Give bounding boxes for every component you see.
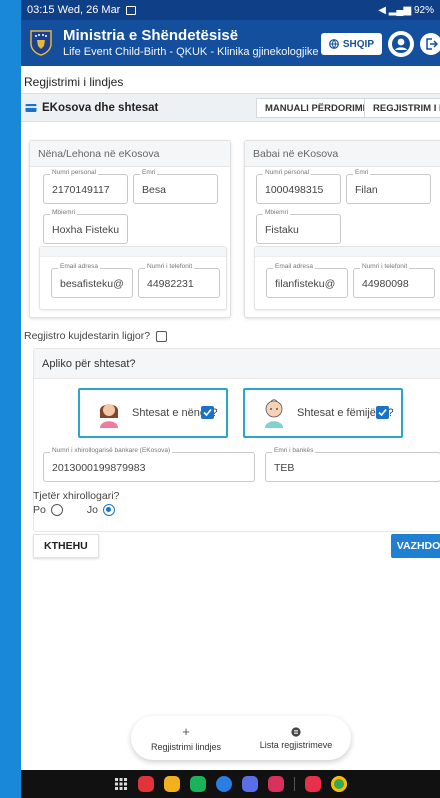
wallet-icon [25,103,37,112]
kosovo-emblem-icon [30,30,52,56]
father-card-header: Babai në eKosova [245,141,440,167]
mother-benefits-option[interactable]: Shtesat e nënës? [78,388,228,438]
battery-level: ◀ ▂▄▆ 92% [378,4,434,16]
benefits-header: Apliko për shtesat? [34,349,440,379]
app-icon-yellow[interactable] [164,776,180,792]
mother-first-name-field[interactable]: Emri Besa [133,169,218,204]
browser-app-icon[interactable] [242,776,258,792]
guardian-label: Regjistro kujdestarin ligjor? [24,330,151,342]
chrome-app-icon[interactable] [331,776,347,792]
bank-name-field[interactable]: Emri i bankës TEB [265,447,440,482]
guardian-checkbox[interactable] [156,330,168,342]
father-first-name-field[interactable]: Emri Filan [346,169,431,204]
radio-yes[interactable] [50,504,63,516]
mother-card-header: Nëna/Lehona në eKosova [30,141,230,167]
bank-account-field[interactable]: Numri i xhirollogarisë bankare (EKosova)… [43,447,255,482]
radio-no[interactable] [102,504,115,516]
mother-avatar-icon [99,404,119,428]
logout-button[interactable] [420,33,440,55]
dock-divider [294,777,295,791]
father-last-name-field[interactable]: Mbiemri Fistaku [256,209,341,244]
messages-app-icon[interactable] [216,776,232,792]
language-label: SHQIP [342,38,374,50]
signal-icon: ◀ ▂▄▆ [378,4,414,16]
mother-phone-field[interactable]: Numri i telefonit 44982231 [138,263,220,298]
radio-yes-label: Po [33,504,46,516]
radio-no-label: Jo [86,504,98,516]
guardian-row: Regjistro kujdestarin ligjor? [24,330,168,342]
father-phone-field[interactable]: Numri i telefonit 44980098 [353,263,435,298]
father-email-field[interactable]: Email adresa filanfisteku@ [266,263,348,298]
user-avatar[interactable] [388,31,414,57]
nav-birth-registration[interactable]: + Regjistrimi lindjes [131,716,241,760]
status-bar: 03:15 Wed, 26 Mar ◀ ▂▄▆ 92% [21,0,440,20]
baby-icon [265,399,283,428]
app-grid-icon[interactable] [114,777,128,791]
nav-birth-registration-label: Regjistrimi lindjes [150,742,222,752]
mother-email-field[interactable]: Email adresa besafisteku@ [51,263,133,298]
mother-last-name-field[interactable]: Mbiemri Hoxha Fisteku [43,209,128,244]
mother-benefits-checkbox[interactable] [201,406,214,419]
youtube-app-icon[interactable] [305,776,321,792]
gallery-app-icon[interactable] [268,776,284,792]
check-icon [378,408,387,417]
father-personal-number-field[interactable]: Numri personal 1000498315 [256,169,341,204]
family-benefits-checkbox[interactable] [376,406,389,419]
other-account-question: Tjetër xhirollogari? [33,490,120,502]
manual-button[interactable]: MANUALI PËRDORIMIT [256,98,381,118]
app-header: Ministria e Shëndetësisë Life Event Chil… [21,20,440,66]
nav-registration-list[interactable]: Lista regjistrimeve [241,716,351,760]
bottom-nav: + Regjistrimi lindjes Lista regjistrimev… [131,716,351,760]
nav-registration-list-label: Lista regjistrimeve [259,739,333,750]
check-icon [203,408,212,417]
phone-app-icon[interactable] [190,776,206,792]
mother-personal-number-field[interactable]: Numri personal 2170149117 [43,169,128,204]
app-dock [21,770,440,798]
gallery-notification-icon [126,5,137,15]
app-icon-red[interactable] [138,776,154,792]
language-button[interactable]: SHQIP [320,33,382,55]
ministry-subtitle: Life Event Child-Birth - QKUK - Klinika … [63,45,319,58]
list-icon [291,726,301,737]
new-registration-button[interactable]: REGJISTRIM I RI [364,98,440,118]
other-account-radios: Po Jo [33,504,115,516]
globe-icon [328,39,339,49]
plus-icon: + [182,724,190,739]
back-button[interactable]: KTHEHU [33,534,99,558]
device-frame-left [0,0,21,798]
section-title: EKosova dhe shtesat [42,101,159,114]
logout-icon [426,38,438,50]
app-screen: 03:15 Wed, 26 Mar ◀ ▂▄▆ 92% Ministria e … [21,0,440,798]
status-time: 03:15 Wed, 26 Mar [27,4,121,16]
ministry-title: Ministria e Shëndetësisë [63,26,239,44]
section-toolbar: EKosova dhe shtesat MANUALI PËRDORIMIT R… [21,94,440,122]
continue-button[interactable]: VAZHDO [391,534,440,558]
user-icon [392,35,410,53]
family-benefits-option[interactable]: Shtesat e fëmijëve? [243,388,403,438]
page-title: Regjistrimi i lindjes [21,70,440,94]
